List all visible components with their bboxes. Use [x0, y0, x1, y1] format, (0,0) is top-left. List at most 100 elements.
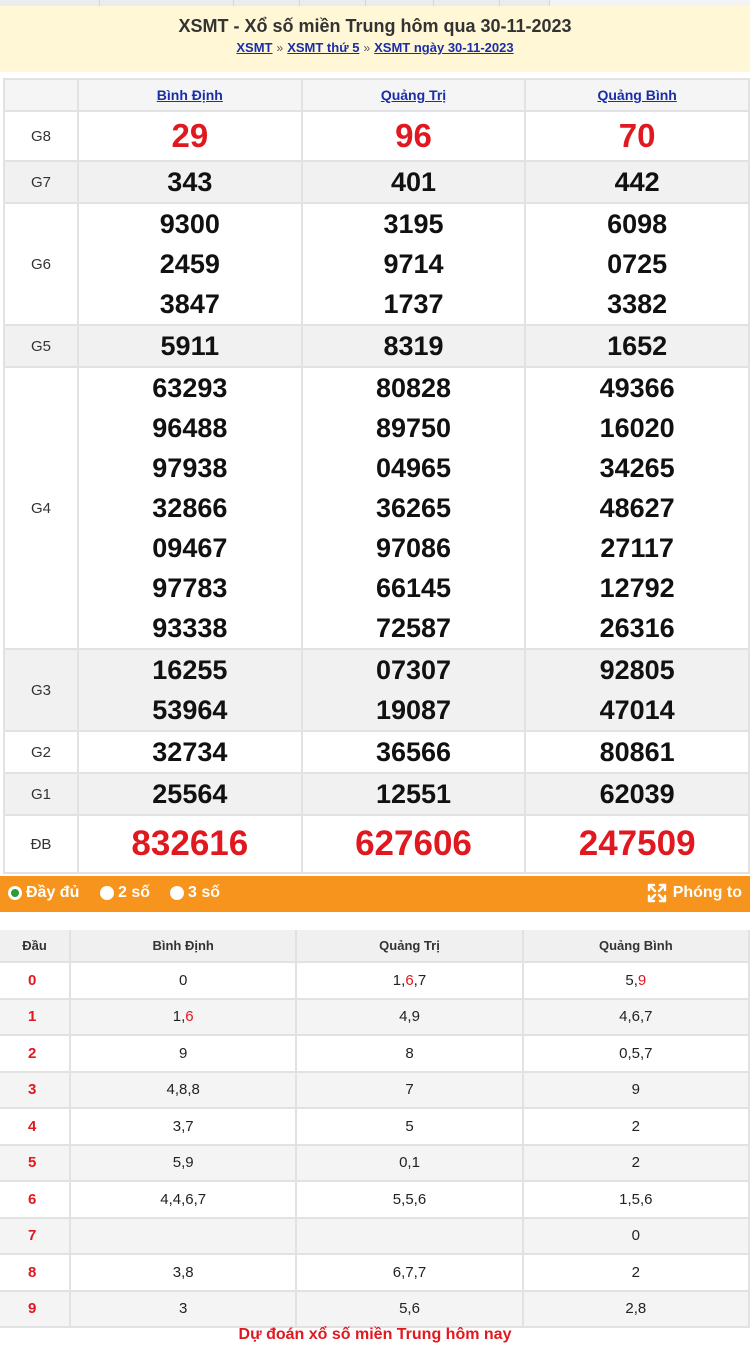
loto-tail-digit: 9: [637, 971, 647, 989]
loto-cell: 9: [70, 1035, 298, 1073]
prize-number: 48627: [599, 493, 675, 523]
loto-tail-digit: 8: [637, 1300, 647, 1318]
prize-number: 70: [618, 117, 656, 154]
prize-cell: 1652: [524, 324, 750, 368]
radio-icon[interactable]: [170, 886, 184, 900]
prize-row: G5 5911 8319 1652: [3, 324, 750, 368]
loto-tail-digit: 5: [405, 1190, 414, 1208]
loto-tail-digit: 2: [631, 1263, 640, 1281]
prize-cell: 70: [524, 110, 750, 162]
province-header: Quảng Bình: [524, 78, 750, 112]
prize-number: 66145: [375, 573, 452, 603]
loto-tail-digit: 6: [417, 1190, 427, 1208]
prize-number: 96488: [152, 413, 228, 443]
loto-cell: 1,6: [70, 998, 298, 1036]
loto-cell: [296, 1217, 524, 1255]
prize-cell: 80828 89750 04965 36265 97086 66145 72587: [300, 366, 527, 650]
loto-tail-digit: 2: [625, 1300, 634, 1318]
option-full[interactable]: Đầy đủ: [8, 884, 79, 902]
zoom-button[interactable]: Phóng to: [647, 883, 742, 903]
prize-cell: 63293 96488 97938 32866 09467 97783 93338: [77, 366, 303, 650]
loto-row: 1 1,6 4,9 4,6,7: [0, 998, 750, 1036]
prize-number: 04965: [375, 453, 452, 483]
prize-cell: 96: [300, 110, 527, 162]
prize-number: 97086: [375, 533, 452, 563]
prize-label: G2: [3, 730, 79, 774]
prize-number: 93338: [152, 613, 228, 643]
prize-number: 47014: [599, 695, 675, 725]
loto-cell: 0,5,7: [522, 1035, 750, 1073]
loto-row: 9 3 5,6 2,8: [0, 1290, 750, 1328]
prize-number: 49366: [599, 373, 675, 403]
loto-tail-digit: 6: [631, 1008, 640, 1026]
loto-head-digit: 4: [0, 1108, 71, 1146]
option-three-digits[interactable]: 3 số: [170, 884, 220, 902]
prize-cell: 12551: [300, 772, 527, 816]
option-two-digits-label: 2 số: [118, 884, 151, 901]
loto-cell: 2: [522, 1144, 750, 1182]
loto-tail-digit: 5: [625, 971, 634, 989]
loto-tail-digit: 6: [185, 1190, 194, 1208]
prize-number: 247509: [578, 824, 696, 863]
loto-tail-digit: 6: [644, 1190, 653, 1208]
loto-tail-digit: 3: [172, 1263, 182, 1281]
loto-tail-digit: 0: [178, 971, 188, 989]
loto-cell: 2,8: [522, 1290, 750, 1328]
loto-row: 5 5,9 0,1 2: [0, 1144, 750, 1182]
prize-cell: 07307 19087: [300, 648, 527, 732]
breadcrumb: XSMT» XSMT thứ 5» XSMT ngày 30-11-2023: [0, 40, 750, 55]
loto-cell: 1,5,6: [522, 1181, 750, 1219]
province-link-quang-binh[interactable]: Quảng Bình: [597, 87, 676, 103]
loto-tail-digit: 5: [631, 1044, 640, 1062]
loto-cell: 5,5,6: [296, 1181, 524, 1219]
prize-label: G5: [3, 324, 79, 368]
radio-selected-icon[interactable]: [8, 886, 22, 900]
results-header-row: Bình Định Quảng Trị Quảng Bình: [3, 78, 750, 112]
option-two-digits[interactable]: 2 số: [100, 884, 150, 902]
breadcrumb-xsmt-thu5-link[interactable]: XSMT thứ 5: [287, 40, 359, 55]
loto-head-digit: 5: [0, 1144, 71, 1182]
loto-tail-digit: 7: [197, 1190, 207, 1208]
prize-cell: 832616: [77, 814, 303, 874]
loto-cell: 0: [522, 1217, 750, 1255]
prize-cell: 401: [300, 160, 527, 204]
breadcrumb-xsmt-date-link[interactable]: XSMT ngày 30-11-2023: [374, 40, 513, 55]
loto-cell: 3: [70, 1290, 298, 1328]
loto-cell: 9: [522, 1071, 750, 1109]
breadcrumb-xsmt-link[interactable]: XSMT: [236, 40, 272, 55]
prize-label: G3: [3, 648, 79, 732]
prize-row: G1 25564 12551 62039: [3, 772, 750, 816]
loto-tail-digit: 3: [172, 1117, 182, 1135]
results-header: XSMT - Xổ số miền Trung hôm qua 30-11-20…: [0, 6, 750, 72]
loto-tail-digit: 6: [411, 1300, 420, 1318]
expand-icon: [647, 883, 666, 903]
radio-icon[interactable]: [100, 886, 114, 900]
prize-label: G8: [3, 110, 79, 162]
prize-number: 63293: [152, 373, 228, 403]
prize-row: G7 343 401 442: [3, 160, 750, 204]
prize-number: 09467: [152, 533, 228, 563]
province-link-quang-tri[interactable]: Quảng Trị: [381, 87, 446, 103]
loto-province-header: Quảng Bình: [522, 930, 750, 963]
loto-tail-digit: 3: [178, 1300, 188, 1318]
loto-tail-digit: 1: [172, 1008, 182, 1026]
loto-tail-digit: 0: [631, 1227, 640, 1245]
loto-head-digit: 8: [0, 1254, 71, 1292]
prize-cell: 442: [524, 160, 750, 204]
prize-cell: 29: [77, 110, 303, 162]
loto-head-digit: 0: [0, 962, 71, 1000]
option-full-label: Đầy đủ: [26, 884, 80, 901]
prize-number: 36566: [375, 737, 452, 767]
prize-number: 12792: [599, 573, 675, 603]
page-title: XSMT - Xổ số miền Trung hôm qua 30-11-20…: [178, 16, 572, 36]
loto-tail-digit: 5: [631, 1190, 640, 1208]
prize-row: ĐB 832616 627606 247509: [3, 814, 750, 874]
prediction-link[interactable]: Dự đoán xổ số miền Trung hôm nay: [0, 1326, 750, 1350]
prize-number: 2459: [159, 249, 220, 279]
prize-number: 36265: [375, 493, 452, 523]
loto-row: 8 3,8 6,7,7 2: [0, 1254, 750, 1292]
prize-number: 80861: [599, 737, 675, 767]
prize-cell: 9300 2459 3847: [77, 202, 303, 326]
province-link-binh-dinh[interactable]: Bình Định: [157, 87, 223, 103]
loto-tail-digit: 9: [411, 1008, 420, 1026]
